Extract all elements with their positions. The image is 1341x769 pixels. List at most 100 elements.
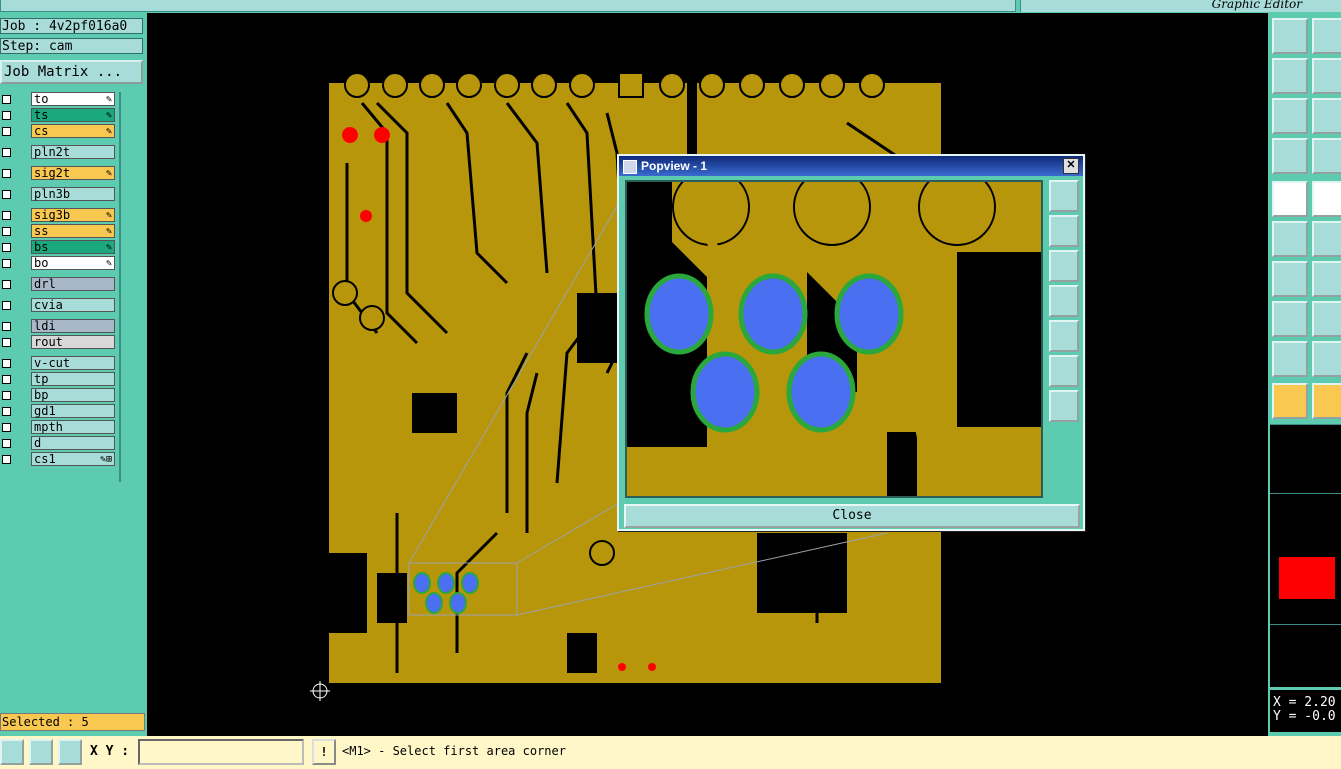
layer-checkbox[interactable] [2, 148, 11, 157]
close-icon[interactable]: ✕ [1063, 158, 1079, 174]
pan-up-button[interactable] [1272, 18, 1308, 54]
grid-tool-button[interactable] [58, 739, 82, 765]
layer-name[interactable]: bo ✎ [31, 256, 115, 270]
layer-checkbox[interactable] [2, 190, 11, 199]
minimap-viewport[interactable] [1279, 557, 1335, 599]
layer-row[interactable]: mpth [0, 420, 118, 435]
zoom-out-button[interactable] [1272, 98, 1308, 134]
pointer-tool-button[interactable] [1272, 383, 1308, 419]
line-tool-button[interactable] [1312, 261, 1341, 297]
measure-tool-button[interactable] [1272, 138, 1308, 174]
pan-left-button[interactable] [1049, 285, 1079, 317]
layer-name[interactable]: d [31, 436, 115, 450]
layer-checkbox[interactable] [2, 227, 11, 236]
layer-row[interactable]: cvia [0, 298, 118, 313]
pan-down-button[interactable] [1049, 250, 1079, 282]
popview-titlebar[interactable]: Popview - 1 ✕ [619, 156, 1083, 176]
layer-row[interactable]: rout [0, 335, 118, 350]
layer-checkbox[interactable] [2, 439, 11, 448]
select-line-tool-button[interactable] [1312, 181, 1341, 217]
arc-tool-button[interactable] [1312, 341, 1341, 377]
layer-checkbox[interactable] [2, 211, 11, 220]
layer-row[interactable]: bs ✎ [0, 240, 118, 255]
layer-checkbox[interactable] [2, 259, 11, 268]
pan-down-button[interactable] [1312, 18, 1341, 54]
layer-checkbox[interactable] [2, 391, 11, 400]
layer-name[interactable]: gd1 [31, 404, 115, 418]
layer-name[interactable]: pln2t [31, 145, 115, 159]
layer-checkbox[interactable] [2, 338, 11, 347]
layer-name[interactable]: cs1 ✎⊞ [31, 452, 115, 466]
layer-row[interactable]: cs1 ✎⊞ [0, 452, 118, 467]
layer-checkbox[interactable] [2, 280, 11, 289]
layer-name[interactable]: sig3b ✎ [31, 208, 115, 222]
pointer-alt-tool-button[interactable] [1312, 383, 1341, 419]
zoom-in-button[interactable] [1312, 98, 1341, 134]
pan-right-button[interactable] [1312, 58, 1341, 94]
layer-checkbox[interactable] [2, 243, 11, 252]
exclamation-button[interactable]: ! [312, 739, 336, 765]
layer-row[interactable]: ts ✎ [0, 108, 118, 123]
layer-name[interactable]: ss ✎ [31, 224, 115, 238]
layer-row[interactable]: ss ✎ [0, 224, 118, 239]
layer-row[interactable]: drl [0, 277, 118, 292]
pan-up-button[interactable] [1049, 215, 1079, 247]
layer-row[interactable]: v-cut [0, 356, 118, 371]
mode-tool-2-button[interactable] [29, 739, 53, 765]
zoom-fit-button[interactable] [1049, 180, 1079, 212]
zoom-out-button[interactable] [1049, 390, 1079, 422]
layer-name[interactable]: ts ✎ [31, 108, 115, 122]
layer-name[interactable]: mpth [31, 420, 115, 434]
layer-row[interactable]: bo ✎ [0, 256, 118, 271]
layer-checkbox[interactable] [2, 359, 11, 368]
layer-name[interactable]: rout [31, 335, 115, 349]
layer-row[interactable]: sig2t ✎ [0, 166, 118, 181]
snap-tool-button[interactable] [1312, 138, 1341, 174]
layer-name[interactable]: bp [31, 388, 115, 402]
layer-name[interactable]: tp [31, 372, 115, 386]
triangle-tool-button[interactable] [1272, 341, 1308, 377]
layer-checkbox[interactable] [2, 111, 11, 120]
popview-close-button[interactable]: Close [624, 504, 1080, 528]
select-point-tool-button[interactable] [1272, 181, 1308, 217]
pad-tool-button[interactable] [1272, 301, 1308, 337]
minus-tool-button[interactable] [1312, 301, 1341, 337]
layer-checkbox[interactable] [2, 301, 11, 310]
angle-tool-button[interactable] [1272, 261, 1308, 297]
mode-tool-1-button[interactable] [0, 739, 24, 765]
layer-name[interactable]: to ✎ [31, 92, 115, 106]
layer-row[interactable]: tp [0, 372, 118, 387]
layer-name[interactable]: sig2t ✎ [31, 166, 115, 180]
connect-tool-button[interactable] [1272, 221, 1308, 257]
layer-name[interactable]: pln3b [31, 187, 115, 201]
layer-row[interactable]: bp [0, 388, 118, 403]
layer-row[interactable]: gd1 [0, 404, 118, 419]
layer-name[interactable]: cvia [31, 298, 115, 312]
layer-name[interactable]: cs ✎ [31, 124, 115, 138]
cross-tool-button[interactable] [1312, 221, 1341, 257]
layer-name[interactable]: v-cut [31, 356, 115, 370]
layer-checkbox[interactable] [2, 127, 11, 136]
layer-checkbox[interactable] [2, 407, 11, 416]
layer-row[interactable]: d [0, 436, 118, 451]
layer-row[interactable]: ldi [0, 319, 118, 334]
layer-row[interactable]: to ✎ [0, 92, 118, 107]
layer-name[interactable]: ldi [31, 319, 115, 333]
layer-checkbox[interactable] [2, 322, 11, 331]
layer-name[interactable]: drl [31, 277, 115, 291]
layer-row[interactable]: pln2t [0, 145, 118, 160]
layer-checkbox[interactable] [2, 423, 11, 432]
layer-checkbox[interactable] [2, 95, 11, 104]
layer-name[interactable]: bs ✎ [31, 240, 115, 254]
layer-checkbox[interactable] [2, 375, 11, 384]
layer-checkbox[interactable] [2, 169, 11, 178]
pan-left-button[interactable] [1272, 58, 1308, 94]
pan-right-button[interactable] [1049, 320, 1079, 352]
zoom-in-button[interactable] [1049, 355, 1079, 387]
layer-checkbox[interactable] [2, 455, 11, 464]
popview-zoom-view[interactable] [625, 180, 1043, 498]
layer-row[interactable]: pln3b [0, 187, 118, 202]
job-matrix-button[interactable]: Job Matrix ... [0, 60, 143, 84]
xy-input[interactable] [138, 739, 304, 765]
layer-row[interactable]: sig3b ✎ [0, 208, 118, 223]
